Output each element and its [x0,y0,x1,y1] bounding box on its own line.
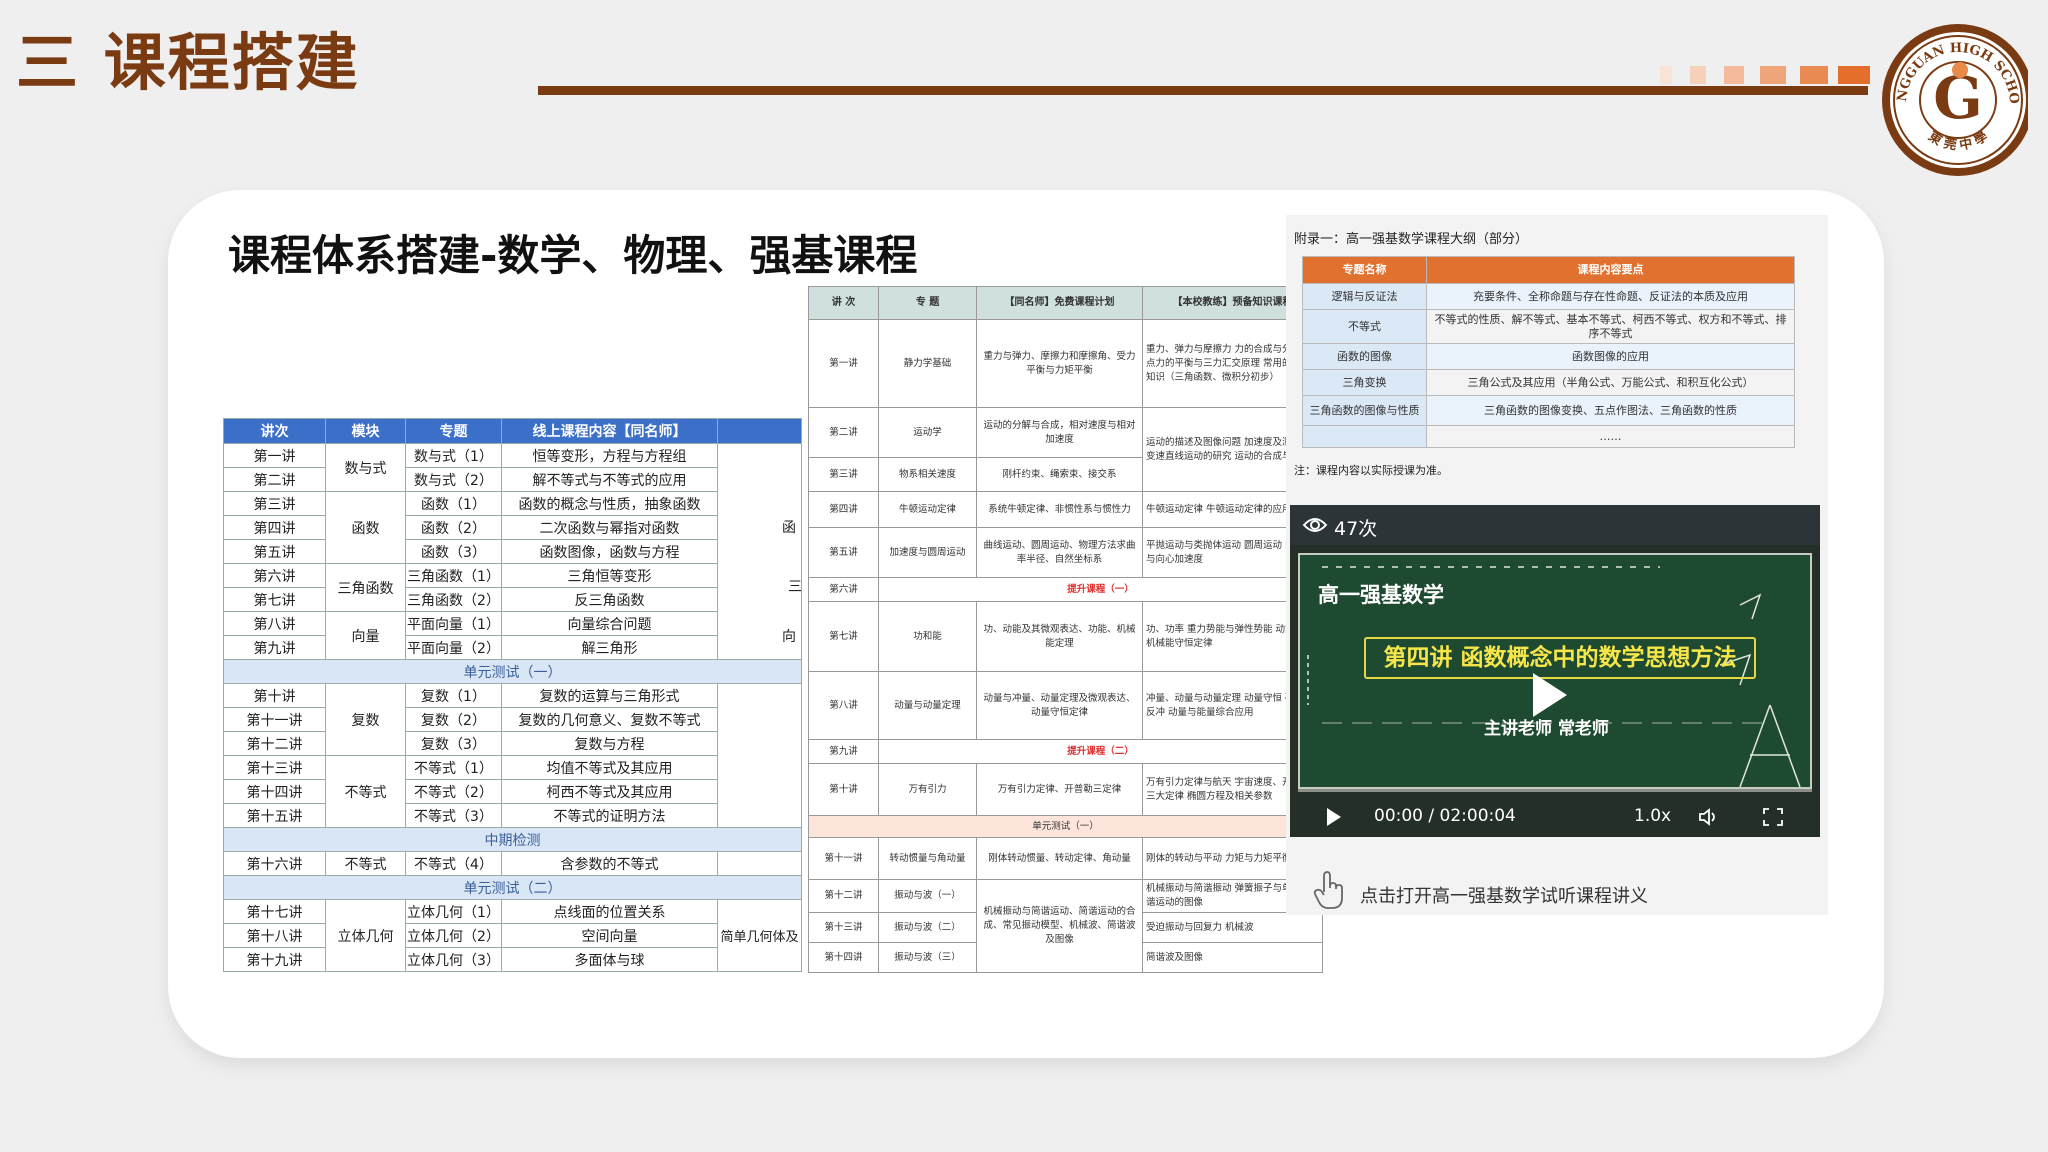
table-row: 逻辑与反证法 充要条件、全称命题与存在性命题、反证法的本质及应用 [1302,283,1795,310]
table-row: 第十四讲 不等式（2） 柯西不等式及其应用 [223,779,802,804]
header-underline [538,86,1868,95]
open-handout-link[interactable]: 点击打开高一强基数学试听课程讲义 [1360,882,1648,908]
table-row: 第九讲 提升课程（二） [808,739,1323,764]
column-header: 【同名师】免费课程计划 [976,286,1143,320]
table-row: 第八讲 向量 平面向量（1） 向量综合问题 [223,611,802,660]
table-row: 第六讲 三角函数 三角函数（1） 三角恒等变形 [223,563,802,612]
column-header: 专题名称 [1302,256,1427,284]
pointing-hand-icon [1313,871,1343,909]
column-header: 讲 次 [808,286,879,320]
table-row: 第七讲 三角函数（2） 反三角函数 [223,587,802,612]
play-icon[interactable] [1533,673,1567,717]
table-row: …… [1302,425,1795,448]
play-button-icon[interactable] [1326,807,1342,827]
table-row: 三角函数的图像与性质 三角函数的图像变换、五点作图法、三角函数的性质 [1302,395,1795,426]
table-row: 第十六讲 不等式 不等式（4） 含参数的不等式 [223,851,802,876]
clipped-side-label: 函 [782,520,796,536]
table-row: 第二讲 数与式（2） 解不等式与不等式的应用 [223,467,802,492]
table-row: 第六讲 提升课程（一） [808,577,1323,602]
column-header: 模块 [325,418,406,444]
table-row: 第十讲 复数 复数（1） 复数的运算与三角形式 [223,683,802,828]
section-row: 单元测试（一） [223,659,802,684]
page-title: 三 课程搭建 [16,26,360,99]
school-logo-icon: G DONGGUAN HIGH SCHOOL 東 莞 中 學 [1858,18,2028,176]
video-subtitle: 高一强基数学 [1318,583,1444,607]
column-header: 课程内容要点 [1426,256,1795,284]
table-row: 第十讲 万有引力 万有引力定律、开普勒三定律 万有引力定律与航天 宇宙速度、开普勒三大… [808,763,1323,816]
table-row: 三角变换 三角公式及其应用（半角公式、万能公式、和积互化公式） [1302,369,1795,396]
fullscreen-icon[interactable] [1762,807,1784,827]
table-row: 第十三讲 不等式 不等式（1） 均值不等式及其应用 [223,755,802,828]
table-row: 第十一讲 复数（2） 复数的几何意义、复数不等式 [223,707,802,732]
volume-icon[interactable] [1698,807,1720,827]
table-row: 第十五讲 不等式（3） 不等式的证明方法 [223,803,802,828]
column-header: 线上课程内容【同名师】 [501,418,718,444]
progress-bar[interactable] [1298,789,1812,792]
speed-button[interactable]: 1.0x [1634,806,1671,826]
column-header: 讲次 [223,418,326,444]
video-player[interactable]: 47次 高一强基数学 第四讲 函数概念中的数学思想方法 主讲老师 常老师 00:… [1290,505,1820,837]
table-row: 第五讲 函数（3） 函数图像，函数与方程 [223,539,802,564]
view-count: 47次 [1334,518,1378,540]
appendix-note: 注：课程内容以实际授课为准。 [1294,464,1448,477]
table-row: 第一讲 数与式 数与式（1） 恒等变形，方程与方程组 [223,443,802,660]
table-row: 不等式 不等式的性质、解不等式、基本不等式、柯西不等式、权方和不等式、排序不等式 [1302,309,1795,344]
video-top-bar: 47次 [1290,505,1820,545]
section-row: 单元测试（二） [223,875,802,900]
header-decoration [1660,66,1870,84]
math-curriculum-table: 讲次 模块 专题 线上课程内容【同名师】 第一讲 数与式 数与式（1） 恒等变形，方程… [223,418,802,972]
table-row: 第四讲 函数（2） 二次函数与幂指对函数 [223,515,802,540]
table-row: 第二讲 运动学 运动的分解与合成，相对速度与相对加速度 运动的描述及图像问题 加速度及… [808,407,1323,492]
table-row: 第十七讲 立体几何 立体几何（1） 点线面的位置关系 简单几何体及 [223,899,802,972]
appendix-table: 专题名称 课程内容要点 逻辑与反证法 充要条件、全称命题与存在性命题、反证法的本质… [1302,256,1795,448]
time-display: 00:00 / 02:00:04 [1374,806,1516,826]
table-row: 第四讲 牛顿运动定律 系统牛顿定律、非惯性系与惯性力 牛顿运动定律 牛顿运动定律的应用 [808,491,1323,528]
table-row: 第十二讲 振动与波（一） 机械振动与简谐运动、简谐运动的合成、常见振动模型、机械波、… [808,879,1323,973]
table-row: 第一讲 静力学基础 重力与弹力、摩擦力和摩擦角、受力平衡与力矩平衡 重力、弹力与摩擦力… [808,319,1323,408]
table-row: 第七讲 功和能 功、动能及其微观表达、功能、机械能定理 功、功率 重力势能与弹性势能 … [808,601,1323,672]
section-row: 单元测试（一） [808,815,1323,838]
table-row: 第十一讲 转动惯量与角动量 刚体转动惯量、转动定律、角动量 刚体的转动与平动 力矩与力… [808,837,1323,880]
section-row: 中期检测 [223,827,802,852]
table-row: 第十八讲 立体几何（2） 空间向量 [223,923,802,948]
appendix-title: 附录一：高一强基数学课程大纲（部分） [1294,232,1529,247]
table-row: 第九讲 平面向量（2） 解三角形 [223,635,802,660]
table-row: 第十二讲 复数（3） 复数与方程 [223,731,802,756]
column-header: 专题 [405,418,502,444]
table-row: 函数的图像 函数图像的应用 [1302,343,1795,370]
card-title: 课程体系搭建-数学、物理、强基课程 [228,231,918,280]
column-header-blank [717,418,802,444]
video-control-bar: 00:00 / 02:00:04 1.0x [1290,789,1820,837]
teacher-label: 主讲老师 常老师 [1484,719,1609,739]
table-row: 第十九讲 立体几何（3） 多面体与球 [223,947,802,972]
clipped-side-label: 三 [788,579,802,595]
column-header: 专 题 [878,286,977,320]
clipped-side-label: 向 [782,629,796,645]
table-row: 第八讲 动量与动量定理 动量与冲量、动量定理及微观表达、动量守恒定律 冲量、动量与动量… [808,671,1323,740]
physics-curriculum-table: 讲 次 专 题 【同名师】免费课程计划 【本校教练】预备知识课程 第一讲 静力学基… [808,286,1323,973]
eye-icon [1302,518,1328,532]
table-row: 第五讲 加速度与圆周运动 曲线运动、圆周运动、物理方法求曲率半径、自然坐标系 平抛运动… [808,527,1323,578]
table-row: 第三讲 函数 函数（1） 函数的概念与性质，抽象函数 [223,491,802,564]
